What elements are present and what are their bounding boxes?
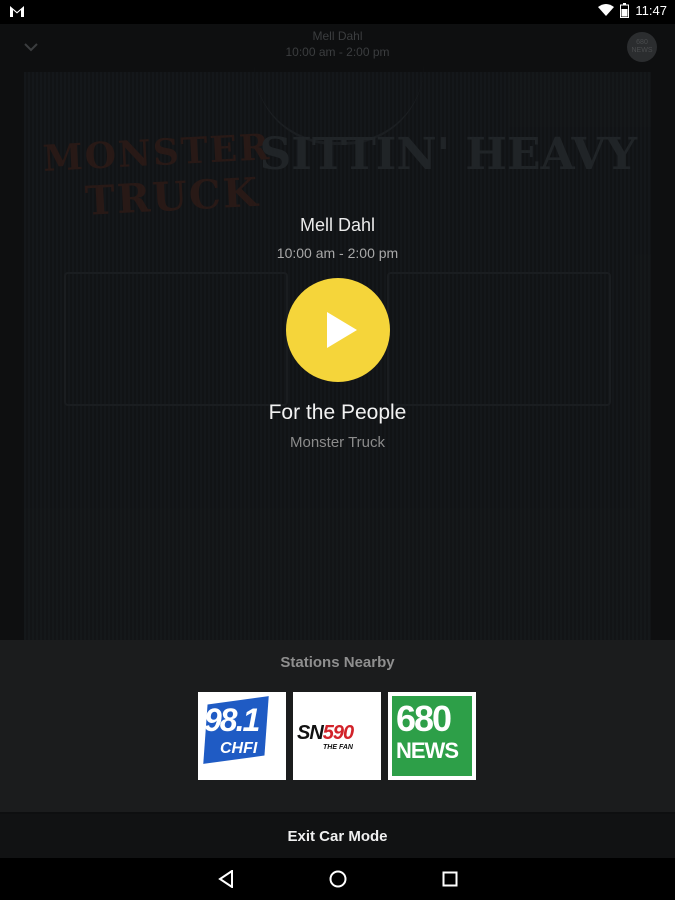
gmail-icon: [10, 6, 24, 17]
song-artist: Monster Truck: [289, 434, 386, 451]
art-logo-right: SITTIN' HEAVY: [259, 129, 637, 180]
back-button[interactable]: [216, 869, 236, 889]
show-info: Mell Dahl 10:00 am - 2:00 pm: [0, 214, 675, 262]
home-button[interactable]: [328, 869, 348, 889]
exit-car-mode-button[interactable]: Exit Car Mode: [287, 828, 387, 845]
sn590-subtitle: THE FAN: [323, 744, 353, 751]
art-logo-left: MONSTER TRUCK: [42, 126, 275, 227]
car-mode-player: MONSTER TRUCK SITTIN' HEAVY Mell Dahl 10…: [0, 24, 675, 858]
battery-icon: [620, 3, 630, 18]
top-bar: Mell Dahl 10:00 am - 2:00 pm 680 NEWS: [0, 24, 675, 72]
station-tile-sn590[interactable]: SN590 THE FAN: [293, 692, 381, 780]
sn590-logo: SN590: [297, 722, 354, 745]
sn590-prefix: SN: [297, 722, 324, 744]
station-tile-680news[interactable]: 680 NEWS: [388, 692, 476, 780]
top-host: Mell Dahl: [312, 29, 363, 43]
chfi-frequency: 98.1: [204, 702, 260, 738]
show-time: 10:00 am - 2:00 pm: [276, 245, 399, 261]
status-time: 11:47: [635, 3, 667, 18]
back-icon: [218, 870, 233, 888]
stations-list: 98.1 CHFI SN590 THE FAN 680 NEWS: [198, 692, 476, 780]
show-name: Mell Dahl: [299, 215, 376, 235]
stations-title: Stations Nearby: [280, 654, 395, 671]
home-icon: [329, 870, 347, 888]
680news-frequency: 680: [396, 698, 452, 739]
recents-icon: [442, 871, 458, 887]
station-logo: 680 NEWS: [627, 32, 657, 62]
sn590-frequency: 590: [322, 722, 354, 744]
art-pocket-left: [64, 272, 288, 406]
status-icons: 11:47: [598, 3, 667, 18]
navigation-bar: [0, 858, 675, 900]
top-schedule: 10:00 am - 2:00 pm: [285, 45, 390, 59]
exit-car-mode-bar: Exit Car Mode: [0, 814, 675, 858]
art-pocket-right: [387, 272, 611, 406]
recents-button[interactable]: [440, 869, 460, 889]
chfi-call-sign: CHFI: [220, 740, 258, 757]
station-tile-chfi[interactable]: 98.1 CHFI: [198, 692, 286, 780]
play-button[interactable]: [286, 278, 390, 382]
song-title: For the People: [268, 401, 407, 424]
stations-nearby-panel: Stations Nearby 98.1 CHFI SN590 THE FAN …: [0, 640, 675, 812]
680news-word: NEWS: [396, 738, 459, 763]
status-bar: 11:47: [0, 0, 675, 24]
top-title: Mell Dahl 10:00 am - 2:00 pm: [0, 28, 675, 60]
play-icon: [327, 312, 357, 348]
wifi-icon: [598, 4, 615, 16]
